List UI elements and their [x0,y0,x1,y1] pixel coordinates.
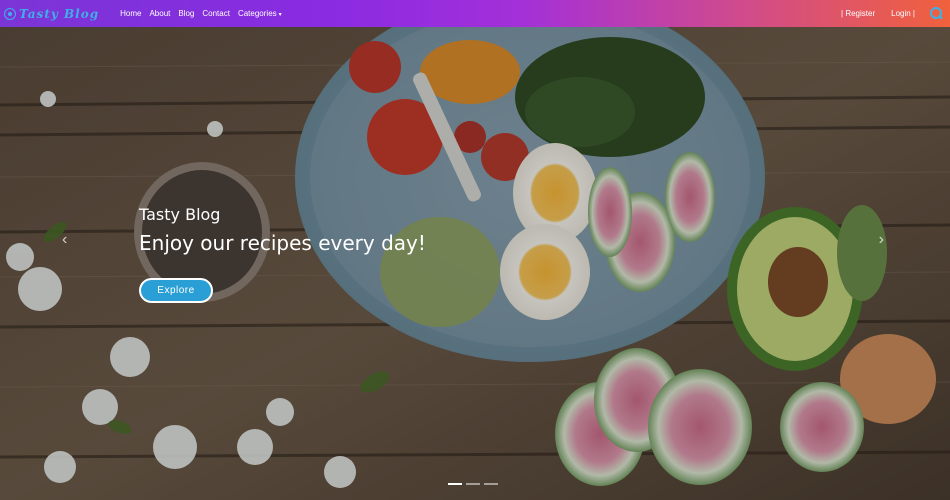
chevron-right-icon[interactable]: › [879,231,884,249]
explore-button[interactable]: Explore [139,278,213,303]
carousel-indicator[interactable] [484,483,498,485]
image-darken-overlay [0,27,950,500]
logo-icon [4,7,16,20]
nav-auth: | Register Login | [841,0,950,27]
caption-title: Enjoy our recipes every day! [139,231,426,255]
nav-home-link[interactable]: Home [120,9,141,18]
categories-label: Categories [237,9,277,18]
chevron-left-icon[interactable]: ‹ [62,231,67,249]
carousel-indicator[interactable] [448,483,462,485]
brand-name: Tasty Blog [19,6,100,21]
carousel-indicators [448,483,502,485]
carousel-caption: Tasty Blog Enjoy our recipes every day! [139,205,426,255]
nav-contact-link[interactable]: Contact [202,9,230,18]
carousel-indicator[interactable] [466,483,480,485]
search-icon[interactable] [930,7,943,20]
brand-logo[interactable]: Tasty Blog [4,7,99,21]
login-link[interactable]: Login | [891,9,915,18]
nav-about-link[interactable]: About [149,9,170,18]
register-link[interactable]: | Register [841,9,875,18]
nav-categories-dropdown[interactable]: Categories ▾ [238,9,282,18]
caret-down-icon: ▾ [278,12,282,18]
top-navbar: Tasty Blog Home About Blog Contact Categ… [0,0,950,27]
nav-links: Home About Blog Contact Categories ▾ [120,9,290,18]
caption-subtitle: Tasty Blog [139,205,221,224]
nav-blog-link[interactable]: Blog [178,9,194,18]
hero-carousel: Tasty Blog Enjoy our recipes every day! … [0,27,950,500]
